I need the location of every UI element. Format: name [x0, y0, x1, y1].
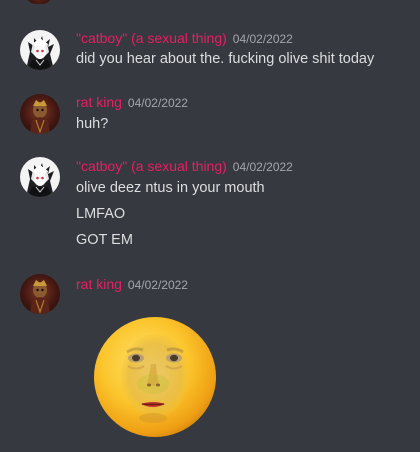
anime-white-hair-avatar-icon[interactable] — [20, 157, 60, 197]
previous-message-fragment — [20, 0, 60, 6]
username[interactable]: rat king — [76, 276, 122, 292]
username[interactable]: "catboy" (a sexual thing) — [76, 158, 227, 174]
message-header: "catboy" (a sexual thing) 04/02/2022 — [76, 28, 293, 48]
timestamp: 04/02/2022 — [127, 278, 188, 292]
timestamp: 04/02/2022 — [127, 96, 188, 110]
avatar-fragment — [26, 0, 52, 4]
username[interactable]: "catboy" (a sexual thing) — [76, 30, 227, 46]
timestamp: 04/02/2022 — [232, 32, 293, 46]
message-text: huh? — [76, 116, 109, 132]
username[interactable]: rat king — [76, 94, 122, 110]
message-text: LMFAO — [76, 206, 126, 222]
timestamp: 04/02/2022 — [232, 160, 293, 174]
message-text: did you hear about the. fucking olive sh… — [76, 51, 375, 67]
message-header: rat king 04/02/2022 — [76, 274, 188, 294]
message-text: GOT EM — [76, 232, 133, 248]
anime-white-hair-avatar-icon[interactable] — [20, 30, 60, 70]
message-header: "catboy" (a sexual thing) 04/02/2022 — [76, 156, 293, 176]
dark-red-figure-avatar-icon[interactable] — [20, 94, 60, 134]
message-header: rat king 04/02/2022 — [76, 92, 188, 112]
dark-red-figure-avatar-icon[interactable] — [20, 274, 60, 314]
message-text: olive deez ntus in your mouth — [76, 180, 265, 196]
chat-message-list[interactable]: "catboy" (a sexual thing) 04/02/2022 did … — [0, 0, 420, 452]
yellow-moon-face-sticker[interactable] — [93, 316, 217, 438]
